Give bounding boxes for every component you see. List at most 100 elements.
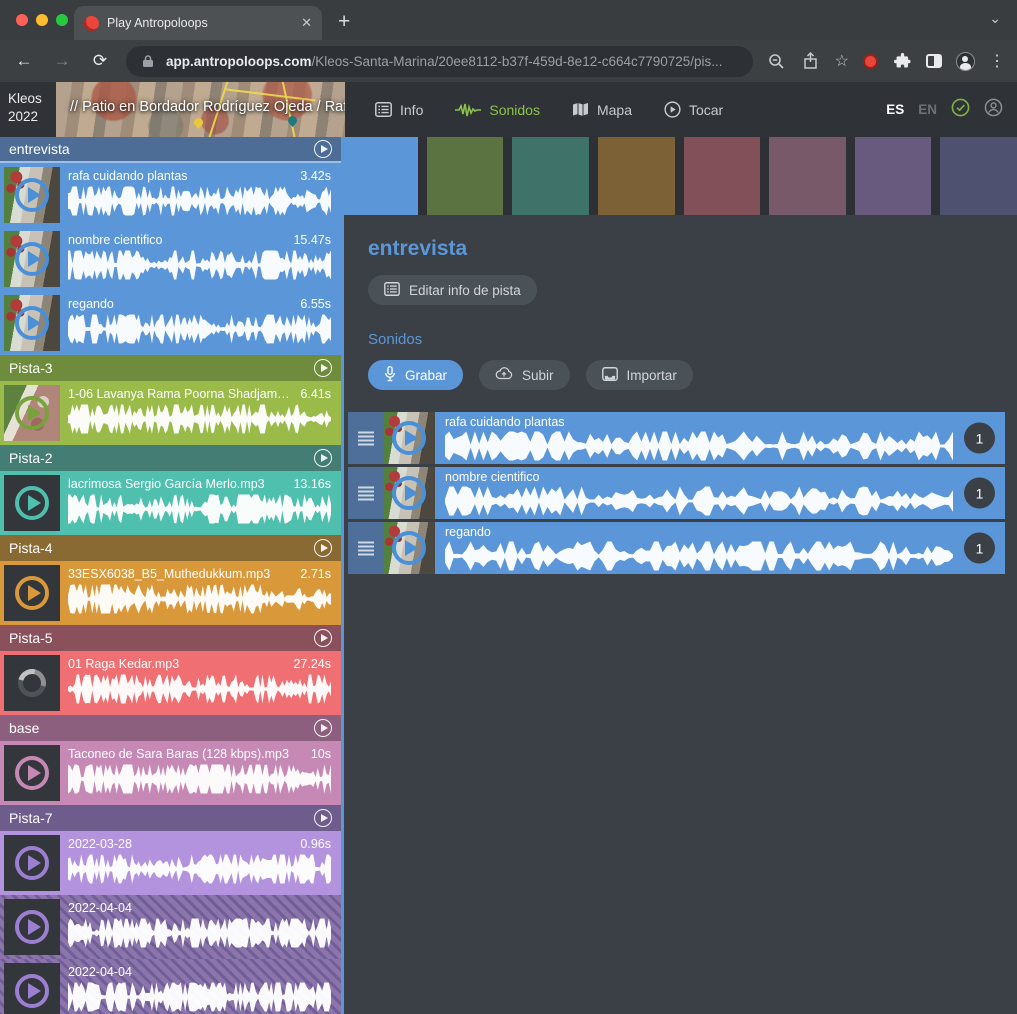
sidebar-sound-row[interactable]: regando6.55s [0,291,341,355]
sidebar-sound-row[interactable]: 2022-04-04 [0,959,341,1014]
sound-thumbnail[interactable] [4,565,60,621]
tab-close-icon[interactable]: ✕ [301,15,312,31]
record-extension-icon[interactable] [863,54,878,69]
account-icon[interactable] [984,98,1003,122]
record-button[interactable]: Grabar [368,360,463,390]
sidebar-sound-row[interactable]: nombre cientifico15.47s [0,227,341,291]
sidebar-sound-row[interactable]: 01 Raga Kedar.mp327.24s [0,651,341,715]
play-button-icon[interactable] [15,846,49,880]
track-color-tab-8[interactable] [940,137,1017,215]
track-header-base[interactable]: base [0,715,341,741]
play-button-icon[interactable] [15,242,49,276]
bookmark-star-icon[interactable]: ☆ [835,51,849,71]
track-color-tab-2[interactable] [427,137,504,215]
tab-mapa[interactable]: Mapa [560,94,644,126]
track-color-tab-1[interactable] [341,137,418,215]
track-play-icon[interactable] [314,719,332,737]
sound-thumbnail[interactable] [4,899,60,955]
panel-sound-row[interactable]: regando1 [348,522,1005,574]
tab-info[interactable]: Info [363,94,435,126]
extensions-puzzle-icon[interactable] [892,51,912,71]
play-button-icon[interactable] [15,974,49,1008]
sound-thumbnail[interactable] [4,655,60,711]
tab-search-chevron-icon[interactable]: ⌄ [989,10,1001,27]
play-button-icon[interactable] [15,486,49,520]
sidebar-sound-row[interactable]: rafa cuidando plantas3.42s [0,163,341,227]
reload-button[interactable]: ⟳ [88,51,112,71]
sidebar-sound-row[interactable]: 1-06 Lavanya Rama Poorna Shadjam Rupak..… [0,381,341,445]
drag-handle-icon[interactable] [348,412,383,464]
play-button-icon[interactable] [15,576,49,610]
drag-handle-icon[interactable] [348,467,383,519]
track-play-icon[interactable] [314,359,332,377]
sidebar-sound-row[interactable]: 2022-04-04 [0,895,341,959]
play-button-icon[interactable] [15,910,49,944]
play-button-icon[interactable] [15,306,49,340]
track-header-Pista-2[interactable]: Pista-2 [0,445,341,471]
profile-avatar[interactable] [956,52,975,71]
play-button-icon[interactable] [15,396,49,430]
browser-tab[interactable]: Play Antropoloops ✕ [74,6,322,40]
play-button-icon[interactable] [392,421,426,455]
track-name: Pista-3 [9,360,314,376]
project-logo[interactable]: Kleos 2022 [0,82,56,137]
forward-button[interactable]: → [50,51,74,71]
back-button[interactable]: ← [12,51,36,71]
sync-check-icon[interactable] [951,98,970,122]
track-header-Pista-4[interactable]: Pista-4 [0,535,341,561]
track-color-tab-4[interactable] [598,137,675,215]
address-bar[interactable]: app.antropoloops.com/Kleos-Santa-Marina/… [126,46,753,77]
upload-button[interactable]: Subir [479,360,570,390]
sidebar-sound-row[interactable]: Taconeo de Sara Baras (128 kbps).mp310s [0,741,341,805]
sound-thumbnail[interactable] [4,963,60,1014]
edit-track-info-button[interactable]: Editar info de pista [368,275,537,305]
play-button-icon[interactable] [392,476,426,510]
track-color-tab-3[interactable] [512,137,589,215]
play-button-icon[interactable] [15,756,49,790]
side-panel-icon[interactable] [926,54,942,68]
zoom-level-icon[interactable] [767,51,787,71]
track-header-Pista-7[interactable]: Pista-7 [0,805,341,831]
track-play-icon[interactable] [314,449,332,467]
track-header-Pista-3[interactable]: Pista-3 [0,355,341,381]
sound-thumbnail[interactable] [4,745,60,801]
new-tab-button[interactable]: + [338,10,350,40]
sound-thumbnail[interactable] [383,522,435,574]
track-header-entrevista[interactable]: entrevista [0,137,341,163]
sound-thumbnail[interactable] [4,167,60,223]
import-button[interactable]: Importar [586,360,693,390]
browser-menu-icon[interactable]: ⋮ [989,51,1005,71]
play-button-icon[interactable] [392,531,426,565]
zoom-window-button[interactable] [56,14,68,26]
sidebar-sound-row[interactable]: 33ESX6038_B5_Muthedukkum.mp32.71s [0,561,341,625]
sound-thumbnail[interactable] [383,467,435,519]
tab-tocar[interactable]: Tocar [652,93,735,126]
sidebar-sound-row[interactable]: 2022-03-280.96s [0,831,341,895]
track-play-icon[interactable] [314,629,332,647]
sound-thumbnail[interactable] [4,475,60,531]
track-color-tab-5[interactable] [684,137,761,215]
sound-thumbnail[interactable] [4,385,60,441]
track-play-icon[interactable] [314,539,332,557]
tab-sonidos[interactable]: Sonidos [443,94,552,126]
track-header-Pista-5[interactable]: Pista-5 [0,625,341,651]
share-icon[interactable] [801,51,821,71]
sound-thumbnail[interactable] [4,295,60,351]
sound-thumbnail[interactable] [4,835,60,891]
sound-thumbnail[interactable] [4,231,60,287]
map-preview-image[interactable]: // Patio en Bordador Rodríguez Ojeda / R… [56,82,345,137]
sidebar-sound-row[interactable]: lacrimosa Sergio García Merlo.mp313.16s [0,471,341,535]
track-color-tab-7[interactable] [855,137,932,215]
sound-thumbnail[interactable] [383,412,435,464]
lang-es-button[interactable]: ES [886,102,904,117]
track-color-tab-6[interactable] [769,137,846,215]
track-play-icon[interactable] [314,809,332,827]
drag-handle-icon[interactable] [348,522,383,574]
close-window-button[interactable] [16,14,28,26]
track-play-icon[interactable] [314,140,332,158]
minimize-window-button[interactable] [36,14,48,26]
panel-sound-row[interactable]: nombre cientifico1 [348,467,1005,519]
panel-sound-row[interactable]: rafa cuidando plantas1 [348,412,1005,464]
play-button-icon[interactable] [15,178,49,212]
lang-en-button[interactable]: EN [918,102,937,117]
